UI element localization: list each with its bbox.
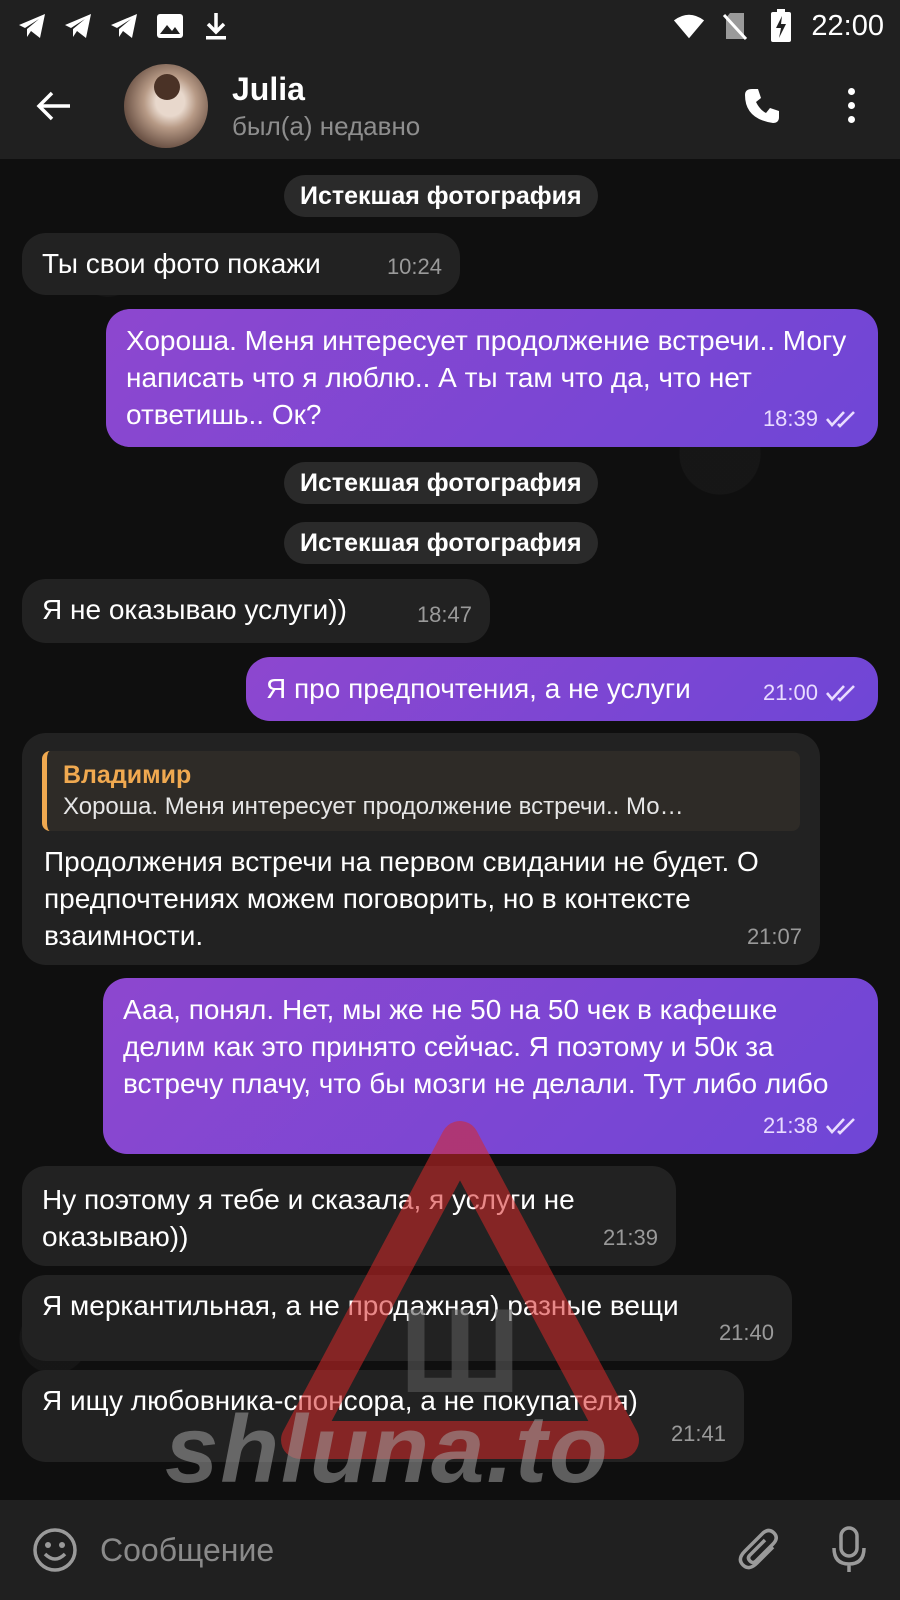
message-outgoing[interactable]: Я про предпочтения, а не услуги 21:00 (246, 657, 878, 721)
message-meta: 21:41 (671, 1415, 726, 1452)
message-time: 21:41 (670, 1421, 726, 1446)
reply-author: Владимир (63, 761, 192, 789)
double-check-icon (826, 410, 855, 428)
last-seen-status: был(а) недавно (232, 110, 421, 141)
double-check-icon (826, 684, 855, 702)
message-outgoing[interactable]: Ааа, понял. Нет, мы же не 50 на 50 чек в… (103, 978, 878, 1154)
reply-quote[interactable]: Владимир Хороша. Меня интересует продолж… (42, 751, 800, 831)
arrow-left-icon (36, 91, 70, 120)
no-sim-icon (719, 10, 751, 42)
message-outgoing[interactable]: Хороша. Меня интересует продолжение встр… (106, 309, 878, 447)
message-meta: 18:47 (417, 596, 472, 633)
message-text: Ну поэтому я тебе и сказала, я услуги не… (42, 1184, 575, 1252)
contact-name: Julia (232, 70, 305, 107)
telegram-icon (16, 10, 48, 42)
message-incoming[interactable]: Я ищу любовника-спонсора, а не покупател… (22, 1370, 744, 1462)
download-icon (200, 10, 232, 42)
message-time: 21:39 (602, 1225, 658, 1250)
emoji-button[interactable] (30, 1525, 80, 1575)
microphone-button[interactable] (824, 1525, 874, 1575)
message-time: 21:38 (762, 1113, 818, 1138)
expired-photo-notice: Истекшая фотография (284, 462, 598, 504)
wifi-icon (673, 10, 705, 42)
attach-button[interactable] (734, 1525, 784, 1575)
dot (847, 116, 855, 123)
back-button[interactable] (30, 82, 78, 130)
message-incoming[interactable]: Ну поэтому я тебе и сказала, я услуги не… (22, 1166, 676, 1266)
message-text: Я ищу любовника-спонсора, а не покупател… (42, 1385, 638, 1416)
message-time: 21:00 (762, 680, 818, 705)
message-meta: 21:38 (763, 1107, 860, 1144)
message-time: 21:40 (718, 1320, 774, 1345)
telegram-icon (108, 10, 140, 42)
paperclip-icon (738, 1528, 778, 1570)
battery-charging-icon (765, 9, 797, 42)
phone-icon (745, 88, 779, 123)
emoji-icon (33, 1528, 77, 1572)
message-incoming[interactable]: Я меркантильная, а не продажная) разные … (22, 1275, 792, 1361)
message-text: Ааа, понял. Нет, мы же не 50 на 50 чек в… (123, 994, 829, 1099)
message-incoming[interactable]: Я не оказываю услуги)) 18:47 (22, 579, 490, 643)
message-meta: 10:24 (387, 248, 442, 285)
message-meta: 18:39 (763, 400, 860, 437)
message-text: Хороша. Меня интересует продолжение встр… (126, 325, 847, 430)
message-incoming-reply[interactable]: Владимир Хороша. Меня интересует продолж… (22, 733, 820, 965)
clock: 22:00 (811, 9, 884, 42)
dot (847, 88, 855, 95)
dot (847, 102, 855, 109)
status-bar: 22:00 (0, 0, 900, 52)
message-meta: 21:00 (763, 674, 860, 711)
double-check-icon (826, 1117, 855, 1135)
message-time: 18:47 (416, 602, 472, 627)
message-meta: 21:07 (747, 918, 802, 955)
message-time: 10:24 (386, 254, 442, 279)
notification-icons (16, 10, 232, 42)
message-incoming[interactable]: Ты свои фото покажи 10:24 (22, 233, 460, 295)
microphone-icon (832, 1526, 866, 1572)
message-meta: 21:40 (719, 1314, 774, 1351)
expired-photo-notice: Истекшая фотография (284, 175, 598, 217)
expired-photo-notice: Истекшая фотография (284, 522, 598, 564)
message-text: Я меркантильная, а не продажная) разные … (42, 1290, 679, 1321)
message-text: Продолжения встречи на первом свидании н… (44, 846, 759, 951)
message-list[interactable]: Истекшая фотография Ты свои фото покажи … (0, 159, 900, 1500)
call-button[interactable] (738, 82, 786, 130)
chat-title[interactable]: Julia был(а) недавно (232, 69, 420, 143)
message-time: 18:39 (762, 406, 818, 431)
reply-snippet: Хороша. Меня интересует продолжение встр… (63, 793, 684, 820)
image-icon (154, 10, 186, 42)
system-icons: 22:00 (673, 9, 884, 43)
message-meta: 21:39 (603, 1219, 658, 1256)
chat-header: Julia был(а) недавно (0, 52, 900, 159)
telegram-icon (62, 10, 94, 42)
message-time: 21:07 (746, 924, 802, 949)
more-options-button[interactable] (836, 82, 866, 130)
message-input[interactable] (100, 1520, 680, 1580)
message-text: Ты свои фото покажи (42, 248, 321, 279)
message-composer (0, 1500, 900, 1600)
avatar[interactable] (124, 63, 208, 148)
message-text: Я не оказываю услуги)) (42, 594, 347, 625)
